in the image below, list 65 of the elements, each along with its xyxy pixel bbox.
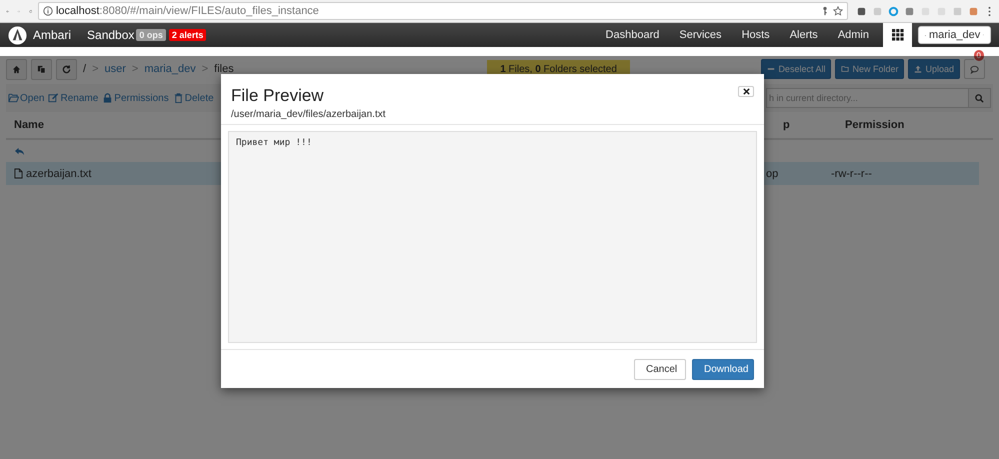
breadcrumb-link[interactable]: user xyxy=(104,63,126,75)
edit-icon xyxy=(48,93,60,103)
rename-action[interactable]: Rename xyxy=(48,92,98,104)
breadcrumb-separator: > xyxy=(202,63,208,75)
column-header[interactable]: Permission xyxy=(845,119,985,131)
copy-button[interactable] xyxy=(31,58,52,80)
home-button[interactable] xyxy=(6,58,27,80)
info-icon xyxy=(42,6,53,16)
permissions-action[interactable]: Permissions xyxy=(102,92,169,104)
upload-icon xyxy=(914,65,922,73)
folder-icon xyxy=(841,65,850,73)
nav-link[interactable]: Dashboard xyxy=(606,29,660,41)
nav-link[interactable]: Admin xyxy=(838,29,869,41)
folder-icon xyxy=(8,93,19,103)
file-icon xyxy=(14,168,23,179)
breadcrumb-separator: > xyxy=(92,63,98,75)
ops-badge[interactable]: 0 ops xyxy=(136,29,166,41)
extension-icon[interactable] xyxy=(888,6,899,16)
alerts-badge[interactable]: 2 alerts xyxy=(168,29,206,41)
minus-icon xyxy=(767,65,776,73)
delete-action[interactable]: Delete xyxy=(172,92,214,104)
close-icon xyxy=(742,88,750,95)
table-cell-text: op xyxy=(766,168,780,180)
search-button[interactable] xyxy=(968,88,991,108)
apps-grid-button[interactable] xyxy=(883,23,912,47)
star-icon[interactable] xyxy=(832,6,843,16)
nav-link[interactable]: Services xyxy=(679,29,722,41)
search-icon xyxy=(975,94,984,102)
messages-button[interactable] xyxy=(964,59,986,79)
column-header[interactable]: Name xyxy=(14,119,44,131)
upload-button[interactable]: Upload xyxy=(908,59,960,79)
address-bar[interactable]: localhost:8080/#/main/view/FILES/auto_files_instance xyxy=(38,2,848,20)
breadcrumb-item: / xyxy=(83,63,86,75)
cancel-button[interactable]: Cancel xyxy=(634,358,686,380)
nav-link[interactable]: Hosts xyxy=(742,29,770,41)
file-content: Привет мир !!! xyxy=(228,131,757,343)
new-folder-button[interactable]: New Folder xyxy=(835,59,904,79)
grid-icon xyxy=(892,29,904,41)
column-header[interactable]: p xyxy=(783,119,845,131)
breadcrumb-separator: > xyxy=(132,63,138,75)
table-cell: azerbaijan.txt xyxy=(26,168,92,180)
dialog-title: File Preview xyxy=(231,86,325,106)
open-action[interactable]: Open xyxy=(8,92,44,104)
back-arrow-icon[interactable] xyxy=(14,146,25,156)
table-cell-text: -rw-r--r-- xyxy=(831,168,873,180)
lock-icon xyxy=(102,93,114,103)
close-button[interactable] xyxy=(738,86,754,97)
user-menu-button[interactable]: maria_dev xyxy=(918,26,991,44)
copy-icon xyxy=(37,64,46,74)
home-icon xyxy=(12,64,21,74)
refresh-icon xyxy=(62,64,71,74)
download-button[interactable]: Download xyxy=(692,358,754,380)
comment-icon xyxy=(970,64,980,74)
nav-link[interactable]: Alerts xyxy=(790,29,818,41)
breadcrumb-item: files xyxy=(214,63,234,75)
extension-icon[interactable] xyxy=(856,6,867,16)
deselect-all-button[interactable]: Deselect All xyxy=(761,59,832,79)
refresh-button[interactable] xyxy=(56,58,77,80)
extension-icon[interactable] xyxy=(904,6,915,16)
trash-icon xyxy=(172,93,184,103)
brand-name[interactable]: Ambari xyxy=(33,28,72,42)
file-path: /user/maria_dev/files/azerbaijan.txt xyxy=(231,109,387,120)
cluster-name[interactable]: Sandbox xyxy=(87,28,134,42)
logo-icon xyxy=(8,26,27,44)
breadcrumb-link[interactable]: maria_dev xyxy=(144,63,196,75)
